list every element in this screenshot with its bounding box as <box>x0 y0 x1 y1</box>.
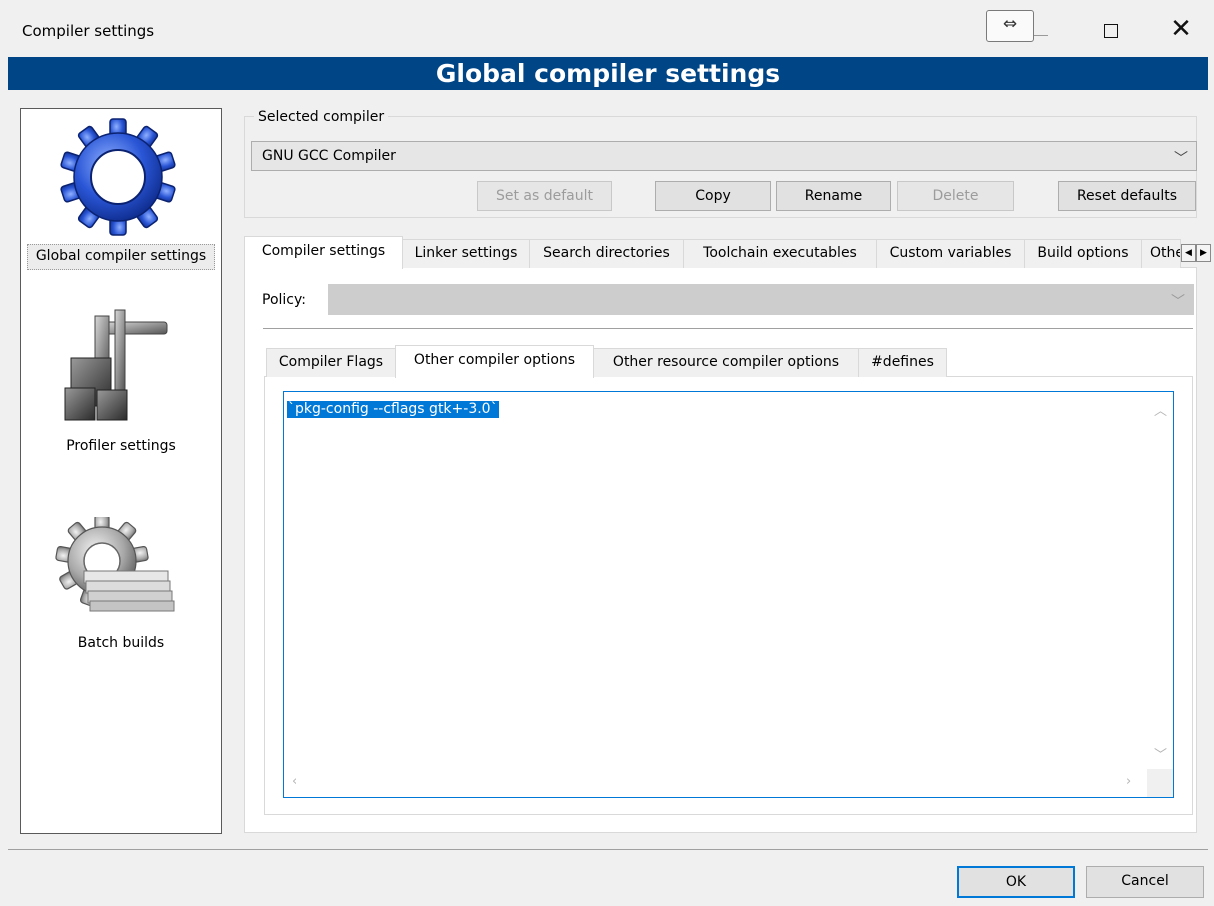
policy-dropdown[interactable]: ﹀ <box>328 284 1194 315</box>
compiler-dropdown[interactable]: GNU GCC Compiler ﹀ <box>251 141 1197 171</box>
set-as-default-button[interactable]: Set as default <box>477 181 612 211</box>
tab-scroll-left-button[interactable]: ◀ <box>1181 244 1196 262</box>
settings-category-list: Global compiler settings Profiler settin… <box>20 108 222 834</box>
scroll-up-icon[interactable]: ︿ <box>1154 400 1167 419</box>
reset-defaults-button[interactable]: Reset defaults <box>1058 181 1196 211</box>
sidebar-item-global-compiler[interactable]: Global compiler settings <box>21 109 221 279</box>
scrollbar-corner <box>1147 769 1173 797</box>
scroll-down-icon[interactable]: ﹀ <box>1154 744 1167 763</box>
vertical-scrollbar[interactable]: ︿ ﹀ <box>1147 392 1173 770</box>
tab-other-resource-compiler-options[interactable]: Other resource compiler options <box>593 348 859 377</box>
snap-button[interactable]: ⇔ <box>986 10 1034 42</box>
sidebar-item-batch-builds[interactable]: Batch builds <box>21 511 221 671</box>
sidebar-item-label: Profiler settings <box>66 438 176 454</box>
tab-compiler-flags[interactable]: Compiler Flags <box>266 348 396 377</box>
compiler-dropdown-value: GNU GCC Compiler <box>262 148 396 164</box>
main-tab-strip: Compiler settings Linker settings Search… <box>244 236 1208 269</box>
chevron-down-icon: ﹀ <box>1171 294 1185 310</box>
tab-other-settings[interactable]: Other settings <box>1141 239 1181 268</box>
scroll-left-icon[interactable]: ‹ <box>292 774 297 789</box>
scroll-right-icon[interactable]: › <box>1126 774 1131 789</box>
delete-button[interactable]: Delete <box>897 181 1014 211</box>
policy-label: Policy: <box>262 292 306 308</box>
chevron-down-icon: ﹀ <box>1174 151 1188 167</box>
sidebar-item-label: Global compiler settings <box>35 248 207 264</box>
window-title: Compiler settings <box>22 22 155 40</box>
sub-tab-strip: Compiler Flags Other compiler options Ot… <box>266 345 1196 379</box>
batch-gear-icon <box>55 517 175 612</box>
tab-linker-settings[interactable]: Linker settings <box>402 239 530 268</box>
tab-compiler-settings[interactable]: Compiler settings <box>244 236 403 269</box>
divider <box>263 328 1193 329</box>
sidebar-item-profiler[interactable]: Profiler settings <box>21 304 221 474</box>
footer-divider <box>8 849 1208 850</box>
tab-defines[interactable]: #defines <box>858 348 947 377</box>
sidebar-item-label: Batch builds <box>77 635 165 651</box>
group-label: Selected compiler <box>254 109 389 125</box>
tab-scroll-right-button[interactable]: ▶ <box>1196 244 1211 262</box>
tab-toolchain-executables[interactable]: Toolchain executables <box>683 239 877 268</box>
copy-button[interactable]: Copy <box>655 181 771 211</box>
caliper-icon <box>64 309 168 421</box>
cancel-button[interactable]: Cancel <box>1086 866 1204 898</box>
other-compiler-options-textarea[interactable]: `pkg-config --cflags gtk+-3.0` ︿ ﹀ ‹ › <box>283 391 1174 798</box>
gear-icon <box>60 118 176 236</box>
tab-scroll-arrows: ◀ ▶ <box>1181 244 1211 262</box>
tab-build-options[interactable]: Build options <box>1024 239 1142 268</box>
snap-icon: ⇔ <box>1002 14 1018 34</box>
maximize-icon <box>1104 24 1118 38</box>
editor-selected-text: `pkg-config --cflags gtk+-3.0` <box>287 401 499 418</box>
rename-button[interactable]: Rename <box>776 181 891 211</box>
close-icon: ✕ <box>1170 14 1192 44</box>
snap-divider <box>1034 35 1048 36</box>
page-title: Global compiler settings <box>8 57 1208 90</box>
ok-button[interactable]: OK <box>957 866 1075 898</box>
tab-custom-variables[interactable]: Custom variables <box>876 239 1025 268</box>
tab-search-directories[interactable]: Search directories <box>529 239 684 268</box>
maximize-button[interactable] <box>1088 12 1134 48</box>
horizontal-scrollbar[interactable]: ‹ › <box>284 769 1147 797</box>
close-button[interactable]: ✕ <box>1158 12 1204 48</box>
tab-other-compiler-options[interactable]: Other compiler options <box>395 345 594 378</box>
